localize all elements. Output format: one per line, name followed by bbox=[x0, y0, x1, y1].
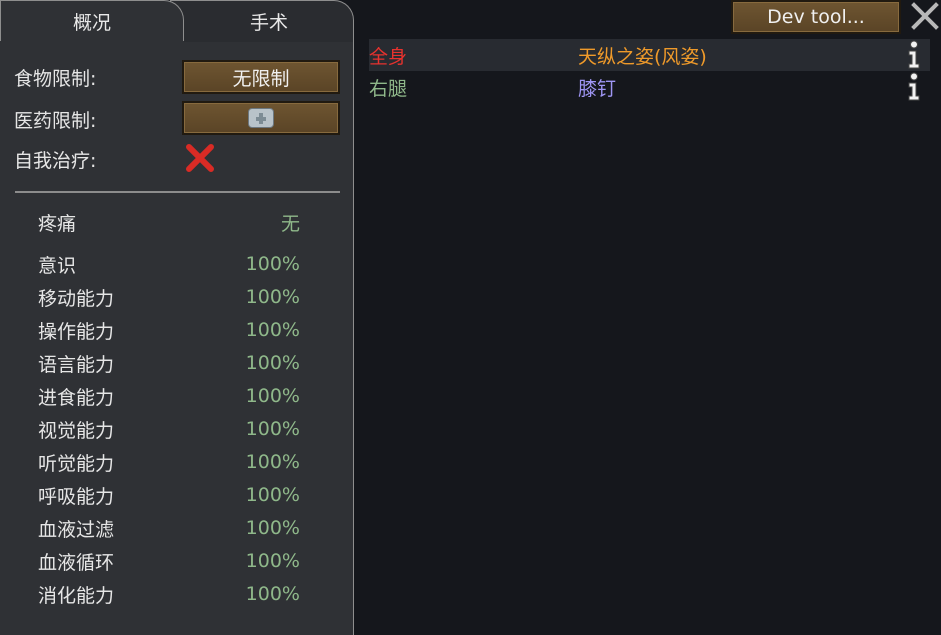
capacity-value: 100% bbox=[245, 484, 300, 506]
capacity-row: 操作能力 100% bbox=[38, 315, 300, 345]
capacity-label: 移动能力 bbox=[38, 287, 115, 310]
capacity-label: 呼吸能力 bbox=[38, 485, 115, 508]
close-icon[interactable] bbox=[909, 0, 941, 32]
hediff-body-part: 全身 bbox=[369, 46, 408, 68]
capacity-label: 操作能力 bbox=[38, 320, 115, 343]
capacity-label: 血液循环 bbox=[38, 551, 115, 574]
capacity-row: 血液循环 100% bbox=[38, 546, 300, 576]
red-x-icon[interactable] bbox=[184, 142, 216, 174]
capacity-value: 100% bbox=[245, 550, 300, 572]
capacity-row: 意识 100% bbox=[38, 249, 300, 279]
capacity-value: 100% bbox=[245, 418, 300, 440]
pain-label: 疼痛 bbox=[38, 212, 77, 235]
capacity-label: 视觉能力 bbox=[38, 419, 115, 442]
hediff-name: 天纵之姿(风姿) bbox=[578, 46, 707, 68]
info-icon[interactable] bbox=[906, 40, 922, 70]
capacity-label: 血液过滤 bbox=[38, 518, 115, 541]
divider bbox=[15, 191, 340, 193]
dev-tool-button[interactable]: Dev tool... bbox=[731, 0, 901, 34]
food-restriction-button[interactable]: 无限制 bbox=[182, 60, 340, 94]
food-restriction-value: 无限制 bbox=[232, 67, 290, 90]
capacity-row: 血液过滤 100% bbox=[38, 513, 300, 543]
tab-overview-label: 概况 bbox=[72, 12, 111, 34]
medicine-restriction-label: 医药限制: bbox=[14, 110, 97, 132]
capacity-row: 消化能力 100% bbox=[38, 579, 300, 609]
hediff-name: 膝钉 bbox=[578, 78, 617, 100]
capacity-label: 进食能力 bbox=[38, 386, 115, 409]
capacity-label: 语言能力 bbox=[38, 353, 115, 376]
capacity-label: 消化能力 bbox=[38, 584, 115, 607]
capacity-value: 100% bbox=[245, 451, 300, 473]
capacity-label: 听觉能力 bbox=[38, 452, 115, 475]
capacity-row: 语言能力 100% bbox=[38, 348, 300, 378]
capacity-label: 意识 bbox=[38, 254, 77, 277]
pain-row: 疼痛 无 bbox=[38, 207, 300, 237]
tab-operations-label: 手术 bbox=[249, 12, 288, 34]
capacity-value: 100% bbox=[245, 253, 300, 275]
pain-value: 无 bbox=[280, 212, 300, 235]
medkit-icon bbox=[248, 108, 274, 128]
hediff-body-part: 右腿 bbox=[369, 78, 408, 100]
capacity-value: 100% bbox=[245, 517, 300, 539]
capacity-value: 100% bbox=[245, 352, 300, 374]
dev-tool-label: Dev tool... bbox=[767, 6, 865, 28]
hediff-row[interactable]: 右腿 膝钉 bbox=[369, 71, 930, 103]
capacity-row: 视觉能力 100% bbox=[38, 414, 300, 444]
hediff-row[interactable]: 全身 天纵之姿(风姿) bbox=[369, 39, 930, 71]
capacity-value: 100% bbox=[245, 286, 300, 308]
capacity-value: 100% bbox=[245, 385, 300, 407]
capacity-value: 100% bbox=[245, 583, 300, 605]
self-tend-label: 自我治疗: bbox=[14, 150, 97, 172]
tab-operations[interactable]: 手术 bbox=[170, 0, 354, 42]
capacity-row: 移动能力 100% bbox=[38, 282, 300, 312]
food-restriction-label: 食物限制: bbox=[14, 68, 97, 90]
capacity-row: 进食能力 100% bbox=[38, 381, 300, 411]
capacity-row: 听觉能力 100% bbox=[38, 447, 300, 477]
medicine-restriction-button[interactable] bbox=[182, 101, 340, 135]
tab-overview[interactable]: 概况 bbox=[0, 0, 184, 44]
capacity-value: 100% bbox=[245, 319, 300, 341]
info-icon[interactable] bbox=[906, 72, 922, 102]
capacity-row: 呼吸能力 100% bbox=[38, 480, 300, 510]
